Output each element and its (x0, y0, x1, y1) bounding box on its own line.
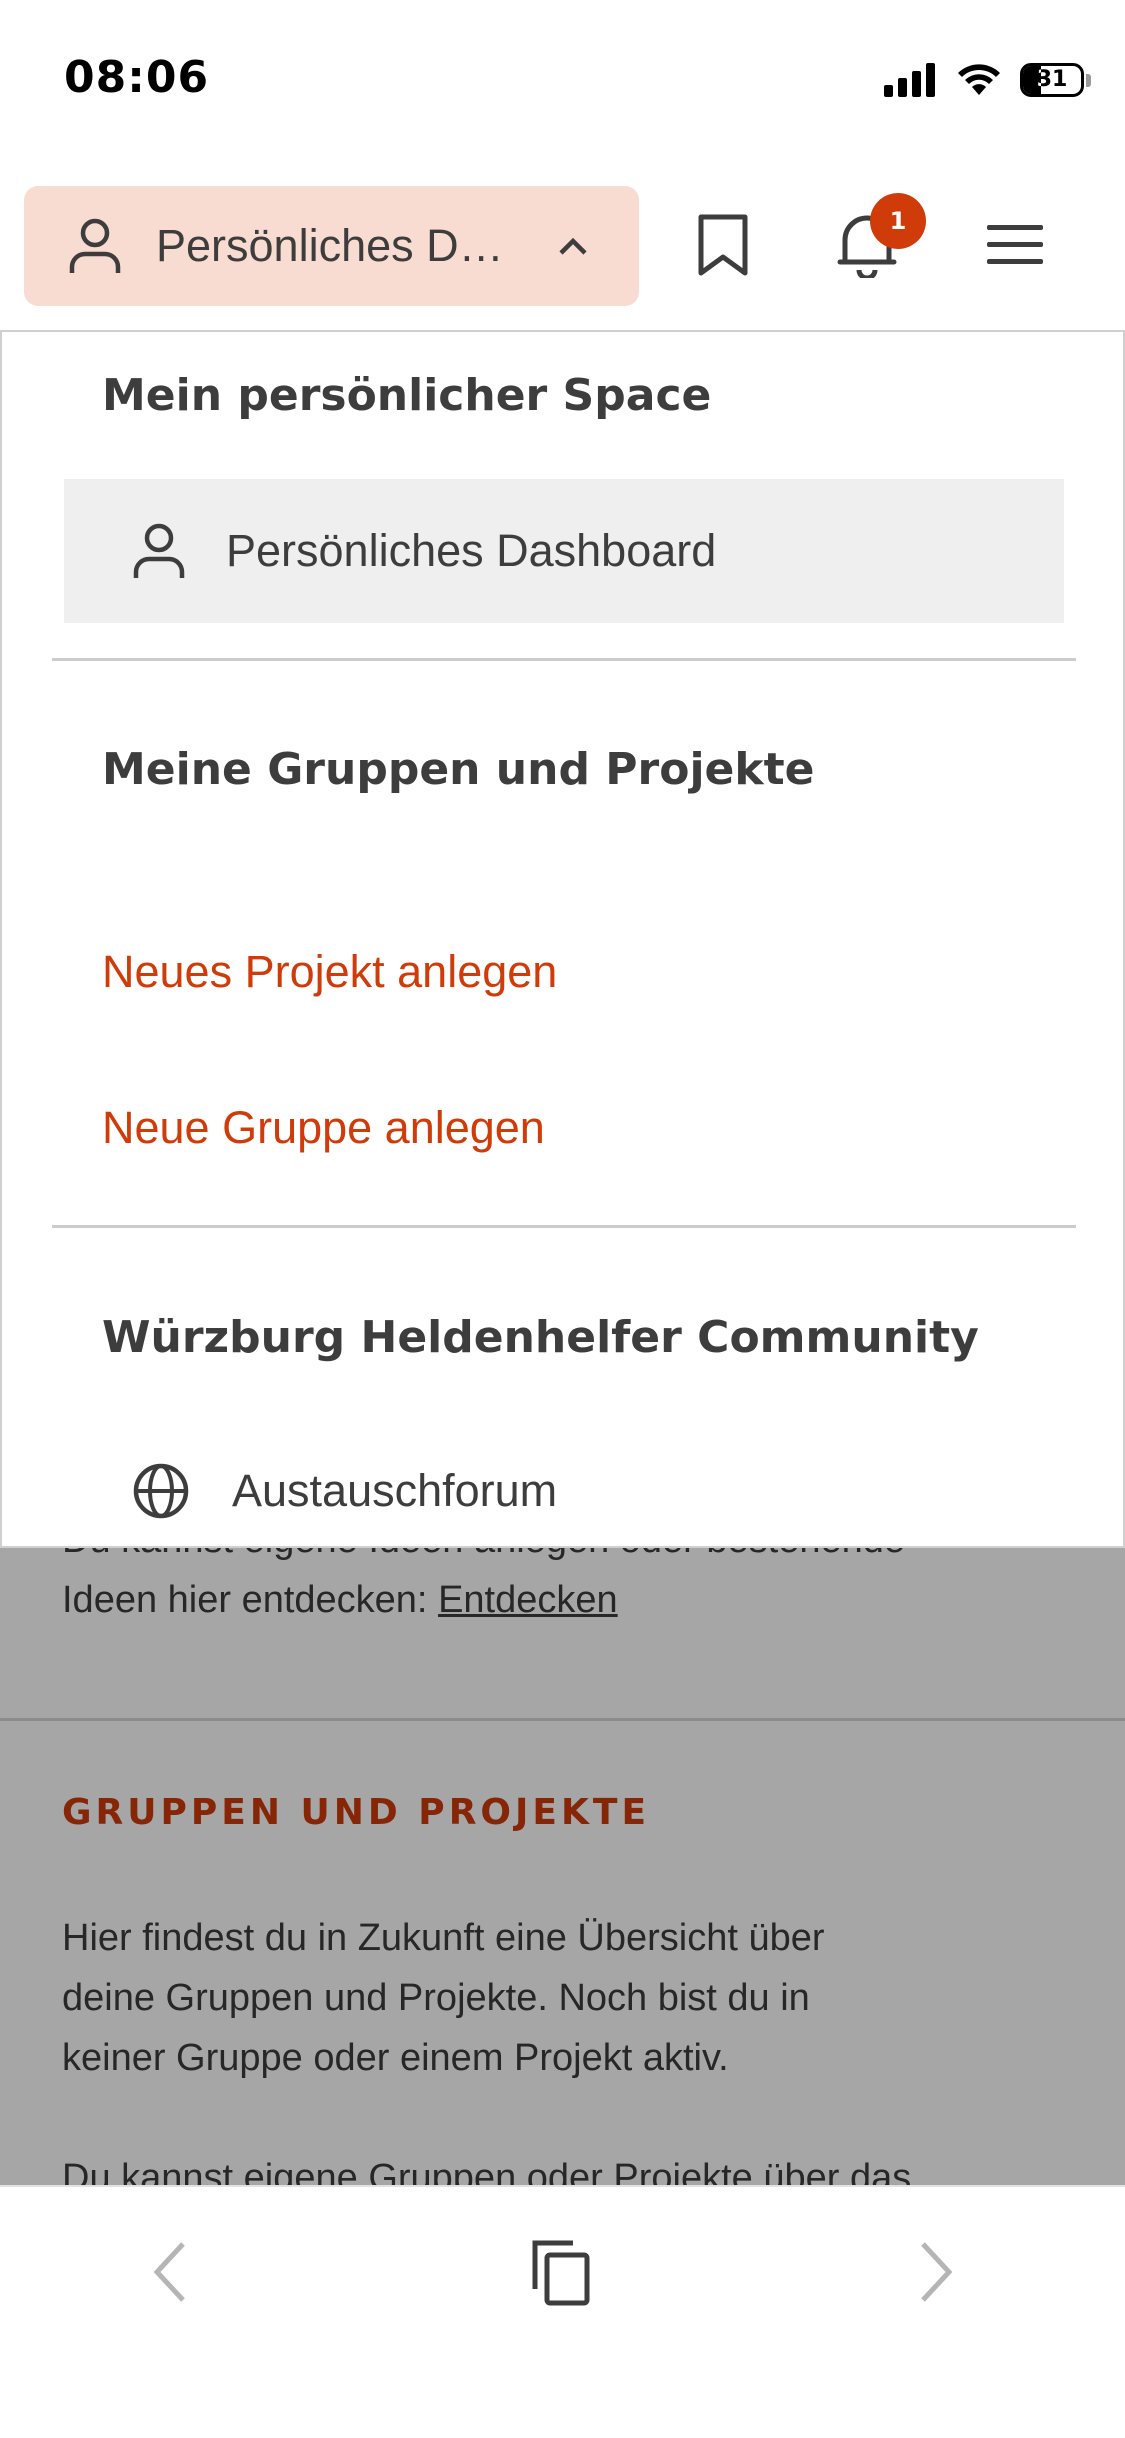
person-icon (133, 523, 185, 578)
forward-button[interactable] (892, 2227, 982, 2317)
battery-percent: 31 (1036, 67, 1068, 92)
status-bar: 08:06 31 (0, 0, 1125, 160)
wifi-icon (958, 64, 1000, 95)
bookmark-button[interactable] (688, 210, 758, 280)
menu-item-label: Austauschforum (232, 1465, 558, 1516)
menu-item-label: Persönliches Dashboard (226, 525, 717, 576)
chevron-up-icon (559, 237, 587, 255)
dropdown-divider (52, 1225, 1076, 1228)
space-switcher-label: Persönliches Dashboard (156, 220, 526, 271)
space-switcher-button[interactable]: Persönliches Dashboard (24, 186, 639, 306)
hamburger-menu-icon (987, 225, 1043, 264)
personal-space-title: Mein persönlicher Space (102, 370, 712, 421)
new-project-link[interactable]: Neues Projekt anlegen (102, 946, 557, 998)
space-switcher-dropdown: Mein persönlicher Space Persönliches Das… (0, 330, 1125, 1548)
status-time: 08:06 (64, 52, 210, 103)
chevron-right-icon (921, 2242, 953, 2302)
main-menu-button[interactable] (980, 210, 1050, 280)
status-icons: 31 (884, 58, 1091, 102)
app-header: Persönliches Dashboard (0, 160, 1125, 330)
dropdown-divider (52, 658, 1076, 661)
community-title: Würzburg Heldenhelfer Community (102, 1312, 979, 1363)
tabs-button[interactable] (516, 2227, 606, 2317)
new-group-link[interactable]: Neue Gruppe anlegen (102, 1102, 545, 1154)
person-icon (69, 218, 121, 273)
globe-icon (133, 1463, 189, 1519)
menu-item-forum[interactable]: Austauschforum (132, 1462, 557, 1520)
back-button[interactable] (124, 2227, 214, 2317)
chevron-left-icon (153, 2242, 185, 2302)
browser-toolbar (0, 2185, 1125, 2438)
tabs-icon (532, 2240, 590, 2306)
notification-badge: 1 (870, 193, 926, 249)
menu-item-personal-dashboard[interactable]: Persönliches Dashboard (64, 479, 1064, 623)
signal-icon (884, 63, 935, 97)
battery-icon: 31 (1020, 63, 1084, 97)
bookmark-icon (698, 214, 748, 276)
groups-projects-title: Meine Gruppen und Projekte (102, 744, 815, 795)
